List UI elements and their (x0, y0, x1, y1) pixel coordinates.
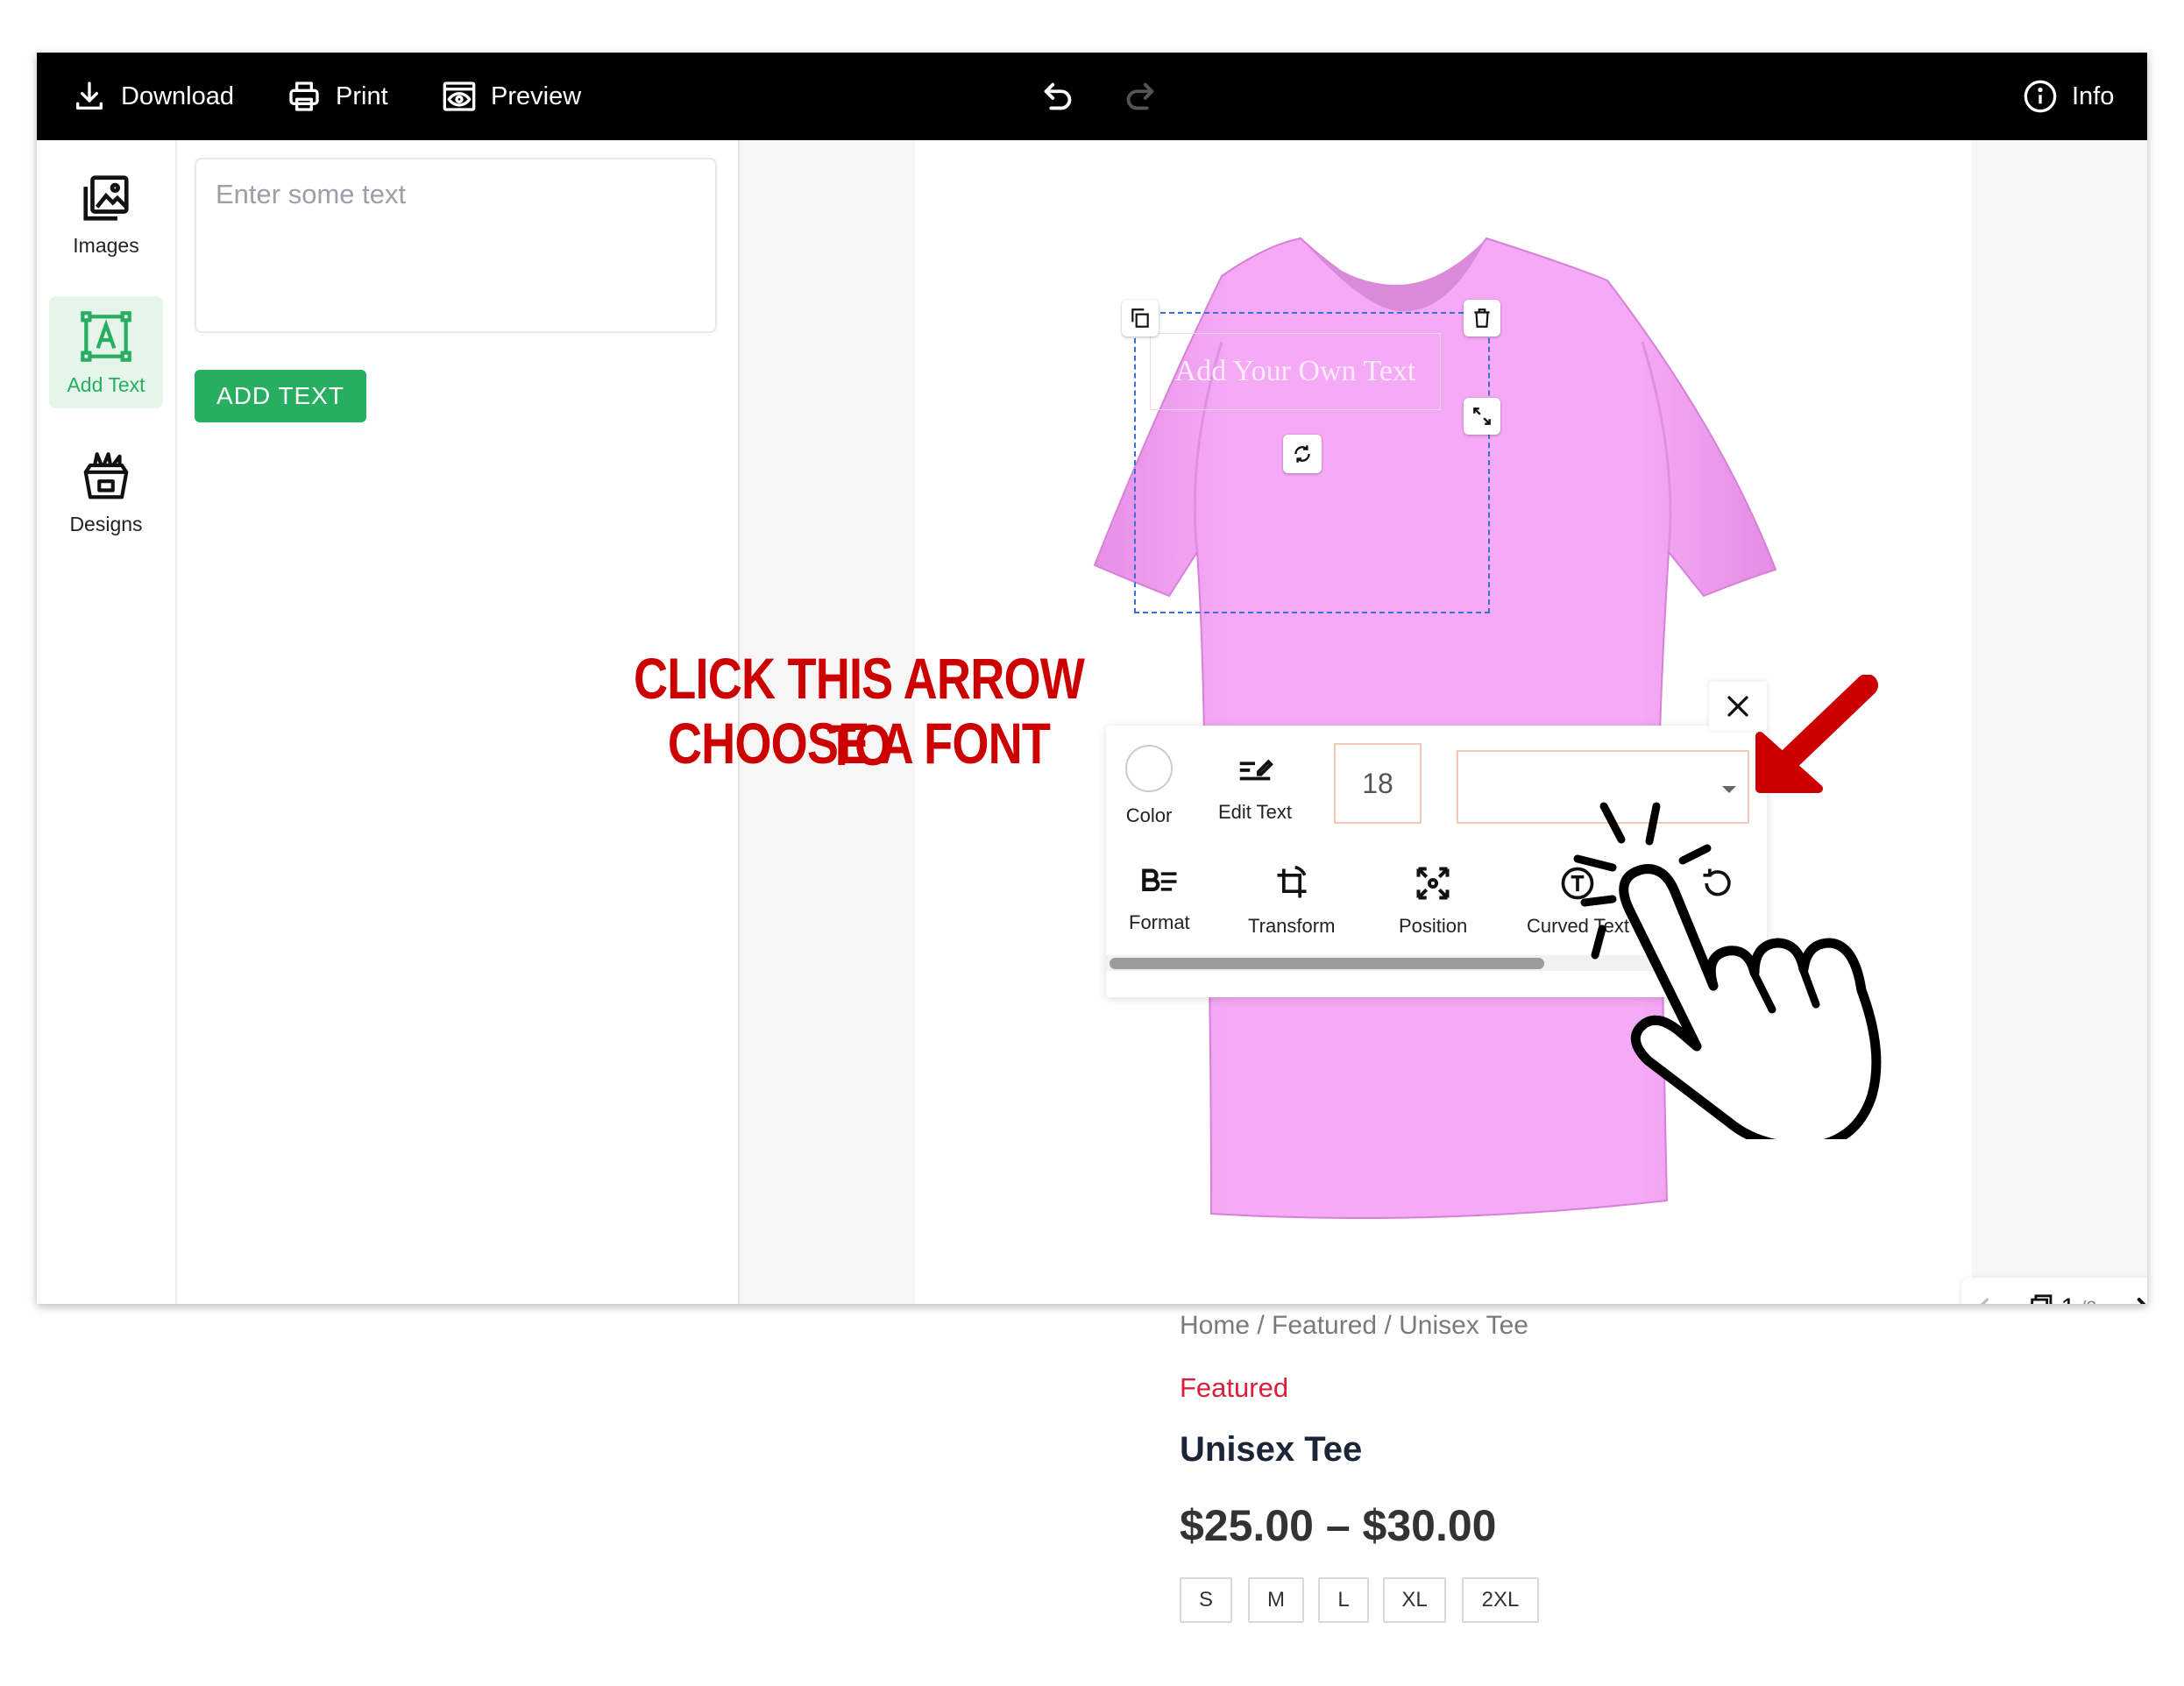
current-page: 1 (2060, 1293, 2075, 1304)
images-icon (83, 174, 129, 221)
rotate-handle[interactable] (1283, 435, 1322, 473)
position-tool[interactable]: Position (1399, 864, 1467, 938)
print-label: Print (336, 81, 388, 110)
font-size-input[interactable]: 18 (1334, 743, 1422, 824)
sidebar-item-label: Designs (69, 512, 143, 535)
tools-scrollbar-thumb[interactable] (1110, 958, 1544, 969)
text-object[interactable]: Add Your Own Text (1150, 333, 1441, 410)
transform-label: Transform (1248, 915, 1336, 937)
sidebar: Images Add Text Designs (37, 140, 177, 1304)
undo-button[interactable] (1038, 53, 1078, 140)
product-title: Unisex Tee (1180, 1430, 1363, 1469)
page-navigation: 1 /2 (1961, 1278, 2147, 1304)
preview-icon (443, 81, 476, 111)
preview-button[interactable]: Preview (442, 53, 581, 140)
download-icon (76, 81, 103, 110)
format-tool[interactable]: Format (1129, 864, 1190, 934)
transform-icon (1277, 865, 1307, 898)
download-label: Download (121, 81, 234, 110)
size-option-2xl[interactable]: 2XL (1462, 1577, 1539, 1623)
format-icon (1142, 868, 1177, 891)
preview-label: Preview (491, 81, 582, 110)
pages-icon (2031, 1294, 2053, 1304)
position-icon (1416, 867, 1450, 900)
text-box-icon (81, 310, 131, 362)
sidebar-item-add-text[interactable]: Add Text (49, 296, 163, 408)
redo-icon (1126, 82, 1154, 110)
print-icon (289, 81, 319, 111)
size-option-xl[interactable]: XL (1383, 1577, 1446, 1623)
instruction-line-2: CHOOSE A FONT (667, 711, 1051, 776)
size-option-s[interactable]: S (1180, 1577, 1232, 1623)
breadcrumb[interactable]: Home / Featured / Unisex Tee (1180, 1311, 1528, 1341)
designs-icon (83, 451, 129, 499)
trash-icon (1474, 308, 1490, 328)
product-price: $25.00 – $30.00 (1180, 1501, 1497, 1550)
rotate-icon (1294, 445, 1310, 463)
text-input[interactable] (195, 158, 717, 333)
info-icon (2024, 80, 2057, 113)
resize-icon (1473, 407, 1491, 425)
color-swatch (1125, 745, 1173, 792)
delete-handle[interactable] (1464, 300, 1500, 336)
size-option-m[interactable]: M (1248, 1577, 1304, 1623)
pointing-hand-icon (1573, 802, 1882, 1139)
duplicate-handle[interactable] (1122, 300, 1159, 336)
color-label: Color (1125, 804, 1173, 826)
next-page-icon[interactable] (2116, 1295, 2147, 1304)
sidebar-item-label: Add Text (67, 372, 145, 396)
sidebar-item-designs[interactable]: Designs (49, 436, 163, 549)
total-pages: /2 (2081, 1297, 2096, 1304)
copy-icon (1131, 308, 1149, 328)
format-label: Format (1129, 911, 1190, 933)
resize-handle[interactable] (1464, 398, 1500, 435)
top-toolbar: Download Print Preview Info (37, 53, 2147, 140)
product-category[interactable]: Featured (1180, 1372, 1288, 1404)
info-label: Info (2072, 81, 2115, 110)
page-indicator: 1 /2 (2029, 1293, 2097, 1304)
redo-button[interactable] (1120, 53, 1160, 140)
previous-page-icon[interactable] (1975, 1295, 2010, 1304)
undo-icon (1044, 82, 1072, 110)
sidebar-item-label: Images (73, 233, 139, 257)
edit-text-label: Edit Text (1218, 801, 1292, 823)
edit-text-icon (1239, 759, 1273, 781)
download-button[interactable]: Download (72, 53, 234, 140)
info-button[interactable]: Info (2023, 53, 2114, 140)
size-option-l[interactable]: L (1318, 1577, 1369, 1623)
transform-tool[interactable]: Transform (1248, 864, 1335, 938)
position-label: Position (1399, 915, 1468, 937)
edit-text-tool[interactable]: Edit Text (1218, 748, 1292, 824)
print-button[interactable]: Print (287, 53, 388, 140)
color-tool[interactable]: Color (1125, 745, 1173, 827)
add-text-button[interactable]: ADD TEXT (195, 370, 366, 422)
sidebar-item-images[interactable]: Images (49, 158, 163, 270)
